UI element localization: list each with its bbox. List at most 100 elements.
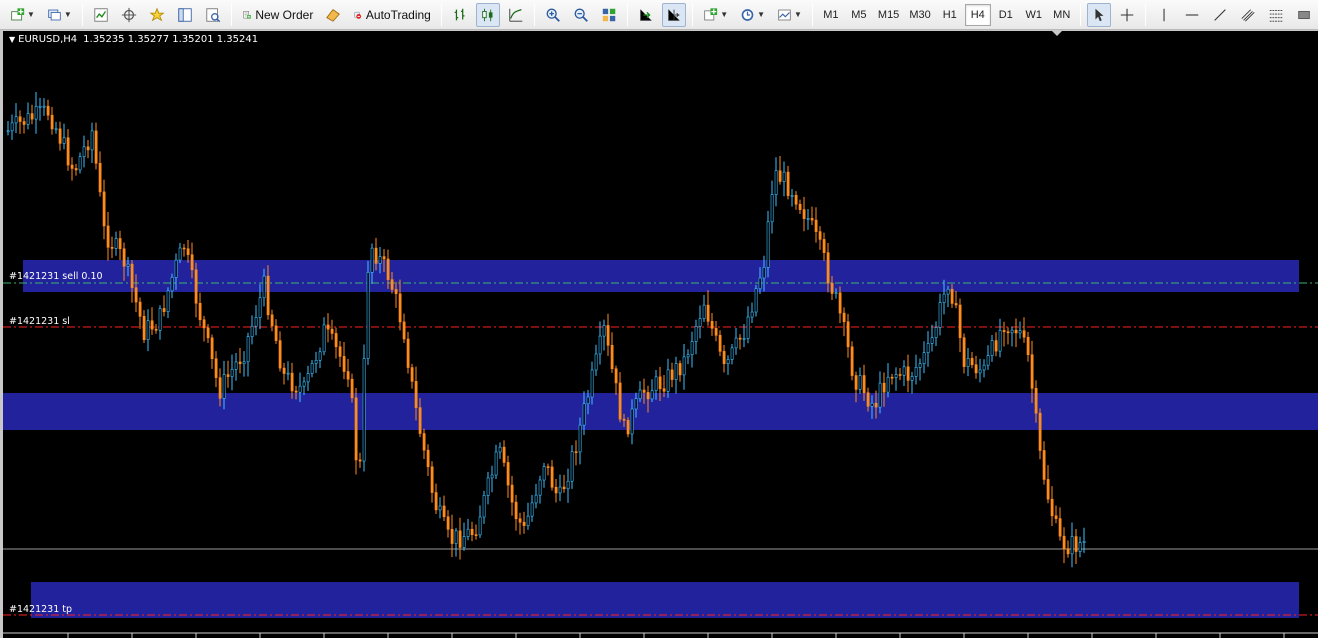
trendline-button[interactable] [1208, 3, 1232, 27]
bar-chart-button[interactable] [448, 3, 472, 27]
candle-body [962, 337, 966, 367]
candle-body [1050, 498, 1054, 517]
candle-body [146, 320, 150, 341]
tile-windows-button[interactable] [597, 3, 621, 27]
stop-loss-label[interactable]: #1421231 sl [9, 316, 70, 327]
candle-body [1078, 542, 1082, 552]
cursor-button[interactable] [1086, 2, 1111, 27]
zoom-out-button[interactable] [569, 3, 593, 27]
candle-body [222, 374, 226, 399]
take-profit-label[interactable]: #1421231 tp [9, 604, 72, 615]
candle-body [818, 231, 822, 240]
candle-body [698, 318, 702, 327]
profiles-button[interactable]: ▼ [43, 3, 76, 27]
candle-body [478, 516, 482, 536]
periods-button[interactable]: ▼ [736, 3, 769, 27]
timeframe-h1[interactable]: H1 [937, 4, 963, 26]
timeframe-m5[interactable]: M5 [846, 4, 872, 26]
candle-body [750, 311, 754, 318]
candle-body [834, 292, 838, 295]
candle-body [466, 528, 470, 537]
toolbar-separator [811, 3, 813, 26]
candle-body [1018, 330, 1022, 334]
candle-body [562, 486, 566, 490]
navigator-icon [178, 7, 192, 22]
text-button[interactable] [1292, 3, 1316, 27]
price-chart[interactable] [3, 31, 1318, 638]
horizontal-line-button[interactable] [1180, 3, 1204, 27]
candle-body [310, 362, 314, 374]
timeframe-mn[interactable]: MN [1049, 4, 1075, 26]
favorites-button[interactable] [145, 3, 169, 27]
market-watch-button[interactable] [89, 3, 113, 27]
candle-body [918, 363, 922, 368]
candle-body [162, 308, 166, 312]
candle-body [238, 361, 242, 365]
entry-order-label[interactable]: #1421231 sell 0.10 [9, 271, 103, 282]
candle-body [1074, 536, 1078, 552]
candle-body [482, 495, 486, 518]
crosshair-button[interactable] [1115, 3, 1139, 27]
zoom-in-button[interactable] [541, 3, 565, 27]
navigator-button[interactable] [173, 3, 197, 27]
candle-body [14, 116, 18, 124]
timeframe-h4[interactable]: H4 [964, 3, 991, 26]
candle-body [198, 302, 202, 321]
candle-body [426, 449, 430, 468]
candle-body [806, 218, 810, 220]
timeframe-w1[interactable]: W1 [1021, 4, 1047, 26]
candle-body [622, 418, 626, 421]
timeframe-m1[interactable]: M1 [818, 4, 844, 26]
periods-icon [741, 8, 754, 21]
candle-body [838, 292, 842, 314]
candle-body [66, 137, 70, 166]
candle-body [234, 361, 238, 370]
indicators-button[interactable]: ▼ [699, 3, 732, 27]
candle-body [554, 486, 558, 494]
candle-body [710, 321, 714, 329]
data-window-button[interactable] [117, 3, 141, 27]
candle-body [522, 521, 526, 526]
timeframe-m15[interactable]: M15 [874, 4, 903, 26]
channel-button[interactable] [1236, 3, 1260, 27]
autotrading-button[interactable]: AutoTrading [349, 3, 434, 27]
chart-window[interactable]: ▼ EURUSD,H4 1.35235 1.35277 1.35201 1.3524… [0, 30, 1318, 638]
candle-body [846, 321, 850, 348]
candle-body [670, 369, 674, 380]
timeframe-m30[interactable]: M30 [905, 4, 934, 26]
candle-body [54, 128, 58, 131]
support-zone [31, 582, 1299, 618]
new-order-button[interactable]: New Order [238, 3, 317, 27]
candle-body [1034, 387, 1038, 414]
strategy-tester-button[interactable] [201, 3, 225, 27]
candlestick-button[interactable] [475, 2, 500, 27]
chart-shift-marker-icon[interactable] [1052, 31, 1062, 36]
candle-body [486, 477, 490, 496]
candle-body [394, 289, 398, 295]
chart-menu-triangle-icon[interactable]: ▼ [9, 35, 15, 44]
candle-body [862, 375, 866, 394]
new-chart-button[interactable]: ▼ [6, 3, 39, 27]
fibonacci-button[interactable] [1264, 3, 1288, 27]
chart-shift-button[interactable] [662, 2, 687, 27]
candle-body [138, 301, 142, 317]
toolbar-separator [534, 3, 535, 26]
candle-body [658, 376, 662, 389]
autoscroll-button[interactable] [634, 3, 658, 27]
candle-body [462, 536, 466, 548]
fibonacci-icon [1269, 9, 1283, 22]
vertical-line-button[interactable] [1152, 3, 1176, 27]
candle-body [258, 297, 262, 318]
timeframe-d1[interactable]: D1 [993, 4, 1019, 26]
chart-shift-icon [668, 9, 680, 21]
templates-button[interactable]: ▼ [773, 3, 806, 27]
candle-body [1014, 329, 1018, 334]
line-chart-button[interactable] [504, 3, 528, 27]
meta-editor-button[interactable] [321, 3, 345, 27]
candle-body [94, 130, 98, 164]
candle-body [166, 290, 170, 312]
candle-body [718, 334, 722, 352]
candle-body [882, 382, 886, 393]
candle-body [246, 336, 250, 363]
candle-body [430, 466, 434, 493]
